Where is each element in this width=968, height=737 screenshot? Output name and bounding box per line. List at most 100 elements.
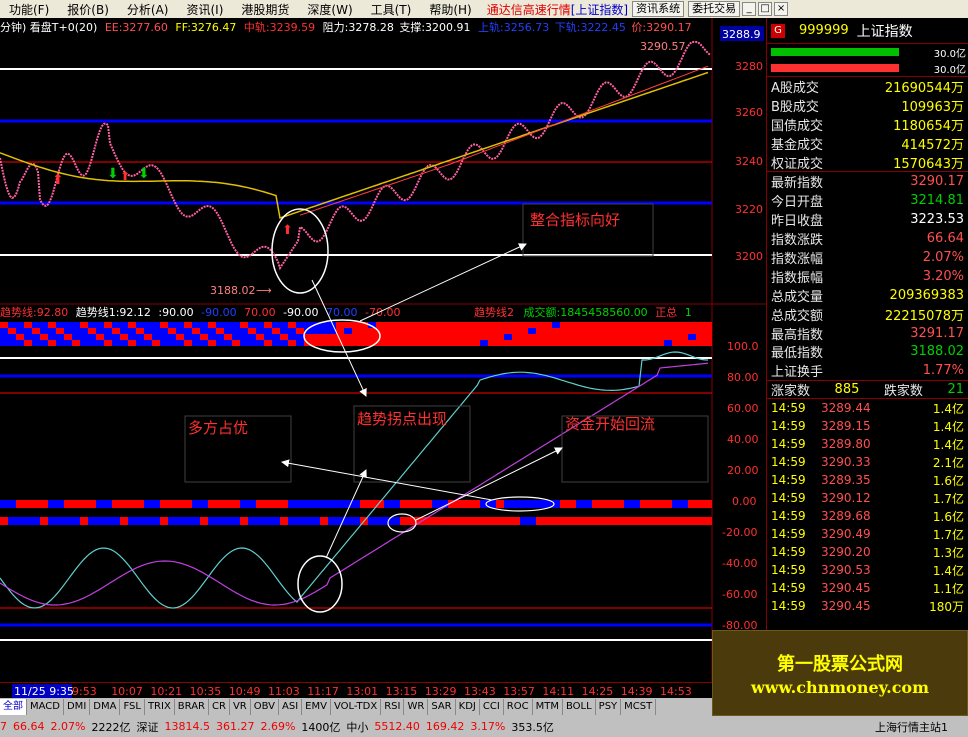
heatmap-cell	[632, 322, 640, 328]
heatmap-cell	[416, 334, 424, 340]
heatmap-cell	[592, 334, 600, 340]
tick-time: 14:59	[771, 527, 806, 542]
menu-item-function[interactable]: 功能(F)	[0, 1, 58, 18]
heatmap-cell	[184, 328, 192, 334]
menu-item-help[interactable]: 帮助(H)	[420, 1, 480, 18]
indicator-tab-rsi[interactable]: RSI	[381, 699, 405, 715]
indicator-tab-asi[interactable]: ASI	[279, 699, 303, 715]
heatmap-cell	[576, 328, 584, 334]
tick-row: 14:59 3290.53 1.4亿	[767, 561, 968, 579]
menu-item-tools[interactable]: 工具(T)	[362, 1, 421, 18]
signal-cell	[160, 517, 168, 525]
heatmap-cell	[104, 322, 112, 328]
indicator-tab-sar[interactable]: SAR	[428, 699, 456, 715]
tick-time: 14:59	[771, 545, 806, 560]
chart-area[interactable]: ⬆ ⬇ ⬆ ⬇ ⬆ 分钟) 看盘T+0(20) EE:3277.60 FF:32…	[0, 18, 766, 682]
indicator-tab-emv[interactable]: EMV	[302, 699, 331, 715]
heatmap-cell	[8, 328, 16, 334]
heatmap-cell	[552, 340, 560, 346]
signal-cell	[176, 500, 184, 508]
signal-cell	[40, 517, 48, 525]
menu-item-quote[interactable]: 报价(B)	[58, 1, 118, 18]
indicator-tab-kdj[interactable]: KDJ	[456, 699, 480, 715]
heatmap-cell	[680, 334, 688, 340]
symbol-name: 上证指数	[856, 23, 913, 40]
indicator-tab-trix[interactable]: TRIX	[145, 699, 175, 715]
indicator-tab-cci[interactable]: CCI	[480, 699, 504, 715]
tick-volume: 1.7亿	[932, 491, 964, 506]
indicator-tab-wr[interactable]: WR	[404, 699, 429, 715]
indicator-tab-roc[interactable]: ROC	[504, 699, 533, 715]
close-icon[interactable]: ×	[774, 2, 789, 16]
site-banner[interactable]: 第一股票公式网 www.chnmoney.com	[712, 630, 968, 716]
heatmap-cell	[384, 334, 392, 340]
status-sz-label[interactable]: 深证	[136, 719, 158, 735]
indicator-tab-dmi[interactable]: DMI	[64, 699, 91, 715]
indicator-tab-brar[interactable]: BRAR	[175, 699, 209, 715]
indicator-tab-fsl[interactable]: FSL	[120, 699, 145, 715]
status-sz-change: 361.27	[215, 720, 255, 733]
menu-item-hk-futures[interactable]: 港股期货	[232, 1, 298, 18]
heatmap-cell	[112, 334, 120, 340]
signal-cell	[128, 500, 136, 508]
indicator-tab-macd[interactable]: MACD	[27, 699, 64, 715]
heatmap-cell	[176, 322, 184, 328]
indicator-tab-obv[interactable]: OBV	[251, 699, 279, 715]
heatmap-cell	[704, 328, 712, 334]
heatmap-cell	[200, 328, 208, 334]
time-axis[interactable]: 11/25 9:35 9:53 10:07 10:21 10:35 10:49 11:03…	[0, 682, 766, 698]
heatmap-cell	[200, 334, 208, 340]
maximize-icon[interactable]: □	[758, 2, 773, 16]
heatmap-cell	[248, 328, 256, 334]
news-system-button[interactable]: 资讯系统	[632, 1, 685, 17]
group-badge[interactable]: G	[771, 23, 785, 38]
indicator-tab-dma[interactable]: DMA	[90, 699, 121, 715]
heatmap-cell	[120, 340, 128, 346]
stat-row: 指数振幅 3.20%	[767, 267, 968, 286]
signal-cell	[128, 517, 136, 525]
signal-cell	[16, 500, 24, 508]
menu-item-news[interactable]: 资讯(I)	[177, 1, 232, 18]
tick-price: 3290.45	[821, 581, 871, 596]
indicator-tab-全部[interactable]: 全部	[0, 699, 27, 715]
signal-cell	[200, 517, 208, 525]
signal-cell	[360, 500, 368, 508]
indicator-tab-boll[interactable]: BOLL	[563, 699, 596, 715]
trade-button[interactable]: 委托交易	[688, 1, 741, 17]
signal-cell	[560, 517, 568, 525]
time-tick: 14:53	[660, 685, 692, 698]
signal-cell	[368, 500, 376, 508]
tick-row: 14:59 3289.35 1.6亿	[767, 471, 968, 489]
indicator-tab-mtm[interactable]: MTM	[533, 699, 563, 715]
signal-cell	[136, 517, 144, 525]
tick-volume: 1.6亿	[932, 473, 964, 488]
heatmap-cell	[384, 322, 392, 328]
heatmap-cell	[16, 340, 24, 346]
heatmap-cell	[160, 322, 168, 328]
menu-item-analysis[interactable]: 分析(A)	[118, 1, 178, 18]
heatmap-cell	[128, 328, 136, 334]
tick-row: 14:59 3289.80 1.4亿	[767, 435, 968, 453]
heatmap-cell	[568, 328, 576, 334]
indicator-tab-cr[interactable]: CR	[209, 699, 230, 715]
heatmap-cell	[680, 328, 688, 334]
status-zx-label[interactable]: 中小	[346, 719, 368, 735]
heatmap-cell	[112, 328, 120, 334]
heatmap-cell	[144, 328, 152, 334]
heatmap-cell	[104, 340, 112, 346]
indicator-tab-psy[interactable]: PSY	[596, 699, 622, 715]
minimize-icon[interactable]: _	[742, 2, 757, 16]
heatmap-cell	[680, 322, 688, 328]
signal-cell	[696, 500, 704, 508]
time-tick: 10:49	[229, 685, 261, 698]
indicator-tab-vol-tdx[interactable]: VOL-TDX	[331, 699, 382, 715]
heatmap-cell	[24, 328, 32, 334]
indicator-tab-vr[interactable]: VR	[230, 699, 251, 715]
down-count: 21	[947, 382, 964, 398]
stat-row: 总成交额 22215078万	[767, 305, 968, 324]
signal-cell	[600, 500, 608, 508]
indicator-tab-mcst[interactable]: MCST	[621, 699, 657, 715]
stat-value: 3291.17	[910, 325, 964, 341]
menu-item-depth[interactable]: 深度(W)	[298, 1, 361, 18]
status-server[interactable]: 上海行情主站1	[875, 719, 948, 735]
